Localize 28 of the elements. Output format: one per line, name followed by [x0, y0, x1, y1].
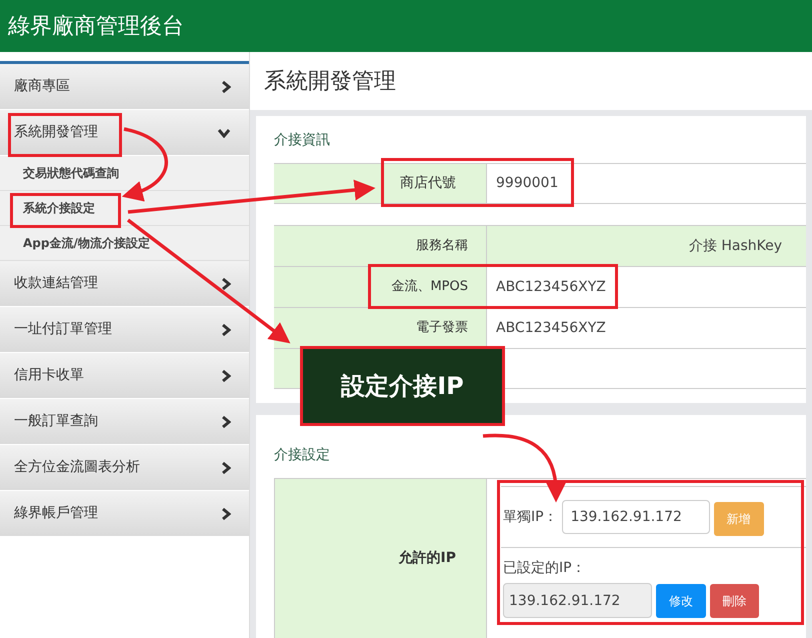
sidebar-item[interactable]: 一般訂單查詢 [0, 399, 249, 445]
sidebar-item[interactable]: 全方位金流圖表分析 [0, 445, 249, 491]
page-title: 系統開發管理 [264, 68, 396, 96]
table-cell: 金流、MPOS [274, 267, 487, 307]
field-label: 單獨IP： [503, 508, 558, 526]
sidebar-item[interactable]: 信用卡收單 [0, 353, 249, 399]
sidebar-item[interactable]: 一址付訂單管理 [0, 307, 249, 353]
table-cell-text: ABC123456XYZ [495, 318, 607, 338]
delete-button[interactable]: 刪除 [710, 584, 759, 618]
submenu-item[interactable]: 交易狀態代碼查詢 [0, 156, 249, 191]
table-cell-text: ABC123456XYZ [495, 278, 607, 296]
app-title: 綠界廠商管理後台 [8, 12, 184, 40]
input-field[interactable]: 139.162.91.172 [562, 500, 710, 534]
table-cell: 服務名稱 [274, 226, 487, 266]
table-cell: 電子發票 [274, 308, 487, 348]
table-cell: 允許的IP [274, 479, 487, 638]
section-heading: 介接設定 [274, 446, 331, 465]
section-heading: 介接資訊 [274, 131, 331, 150]
table-cell: 商店代號 [274, 164, 487, 203]
table-cell-text: 9990001 [495, 174, 560, 193]
sidebar-item[interactable]: 廠商專區 [0, 64, 249, 110]
sidebar-item[interactable]: 綠界帳戶管理 [0, 491, 249, 537]
sidebar-item[interactable]: 收款連結管理 [0, 261, 249, 307]
submenu-item[interactable]: App金流/物流介接設定 [0, 226, 249, 261]
callout: 設定介接IP [300, 346, 505, 426]
table-cell: 介接 HashKey [487, 226, 806, 266]
sidebar-item[interactable]: 系統開發管理 [0, 110, 249, 156]
field-label: 已設定的IP： [503, 559, 587, 578]
